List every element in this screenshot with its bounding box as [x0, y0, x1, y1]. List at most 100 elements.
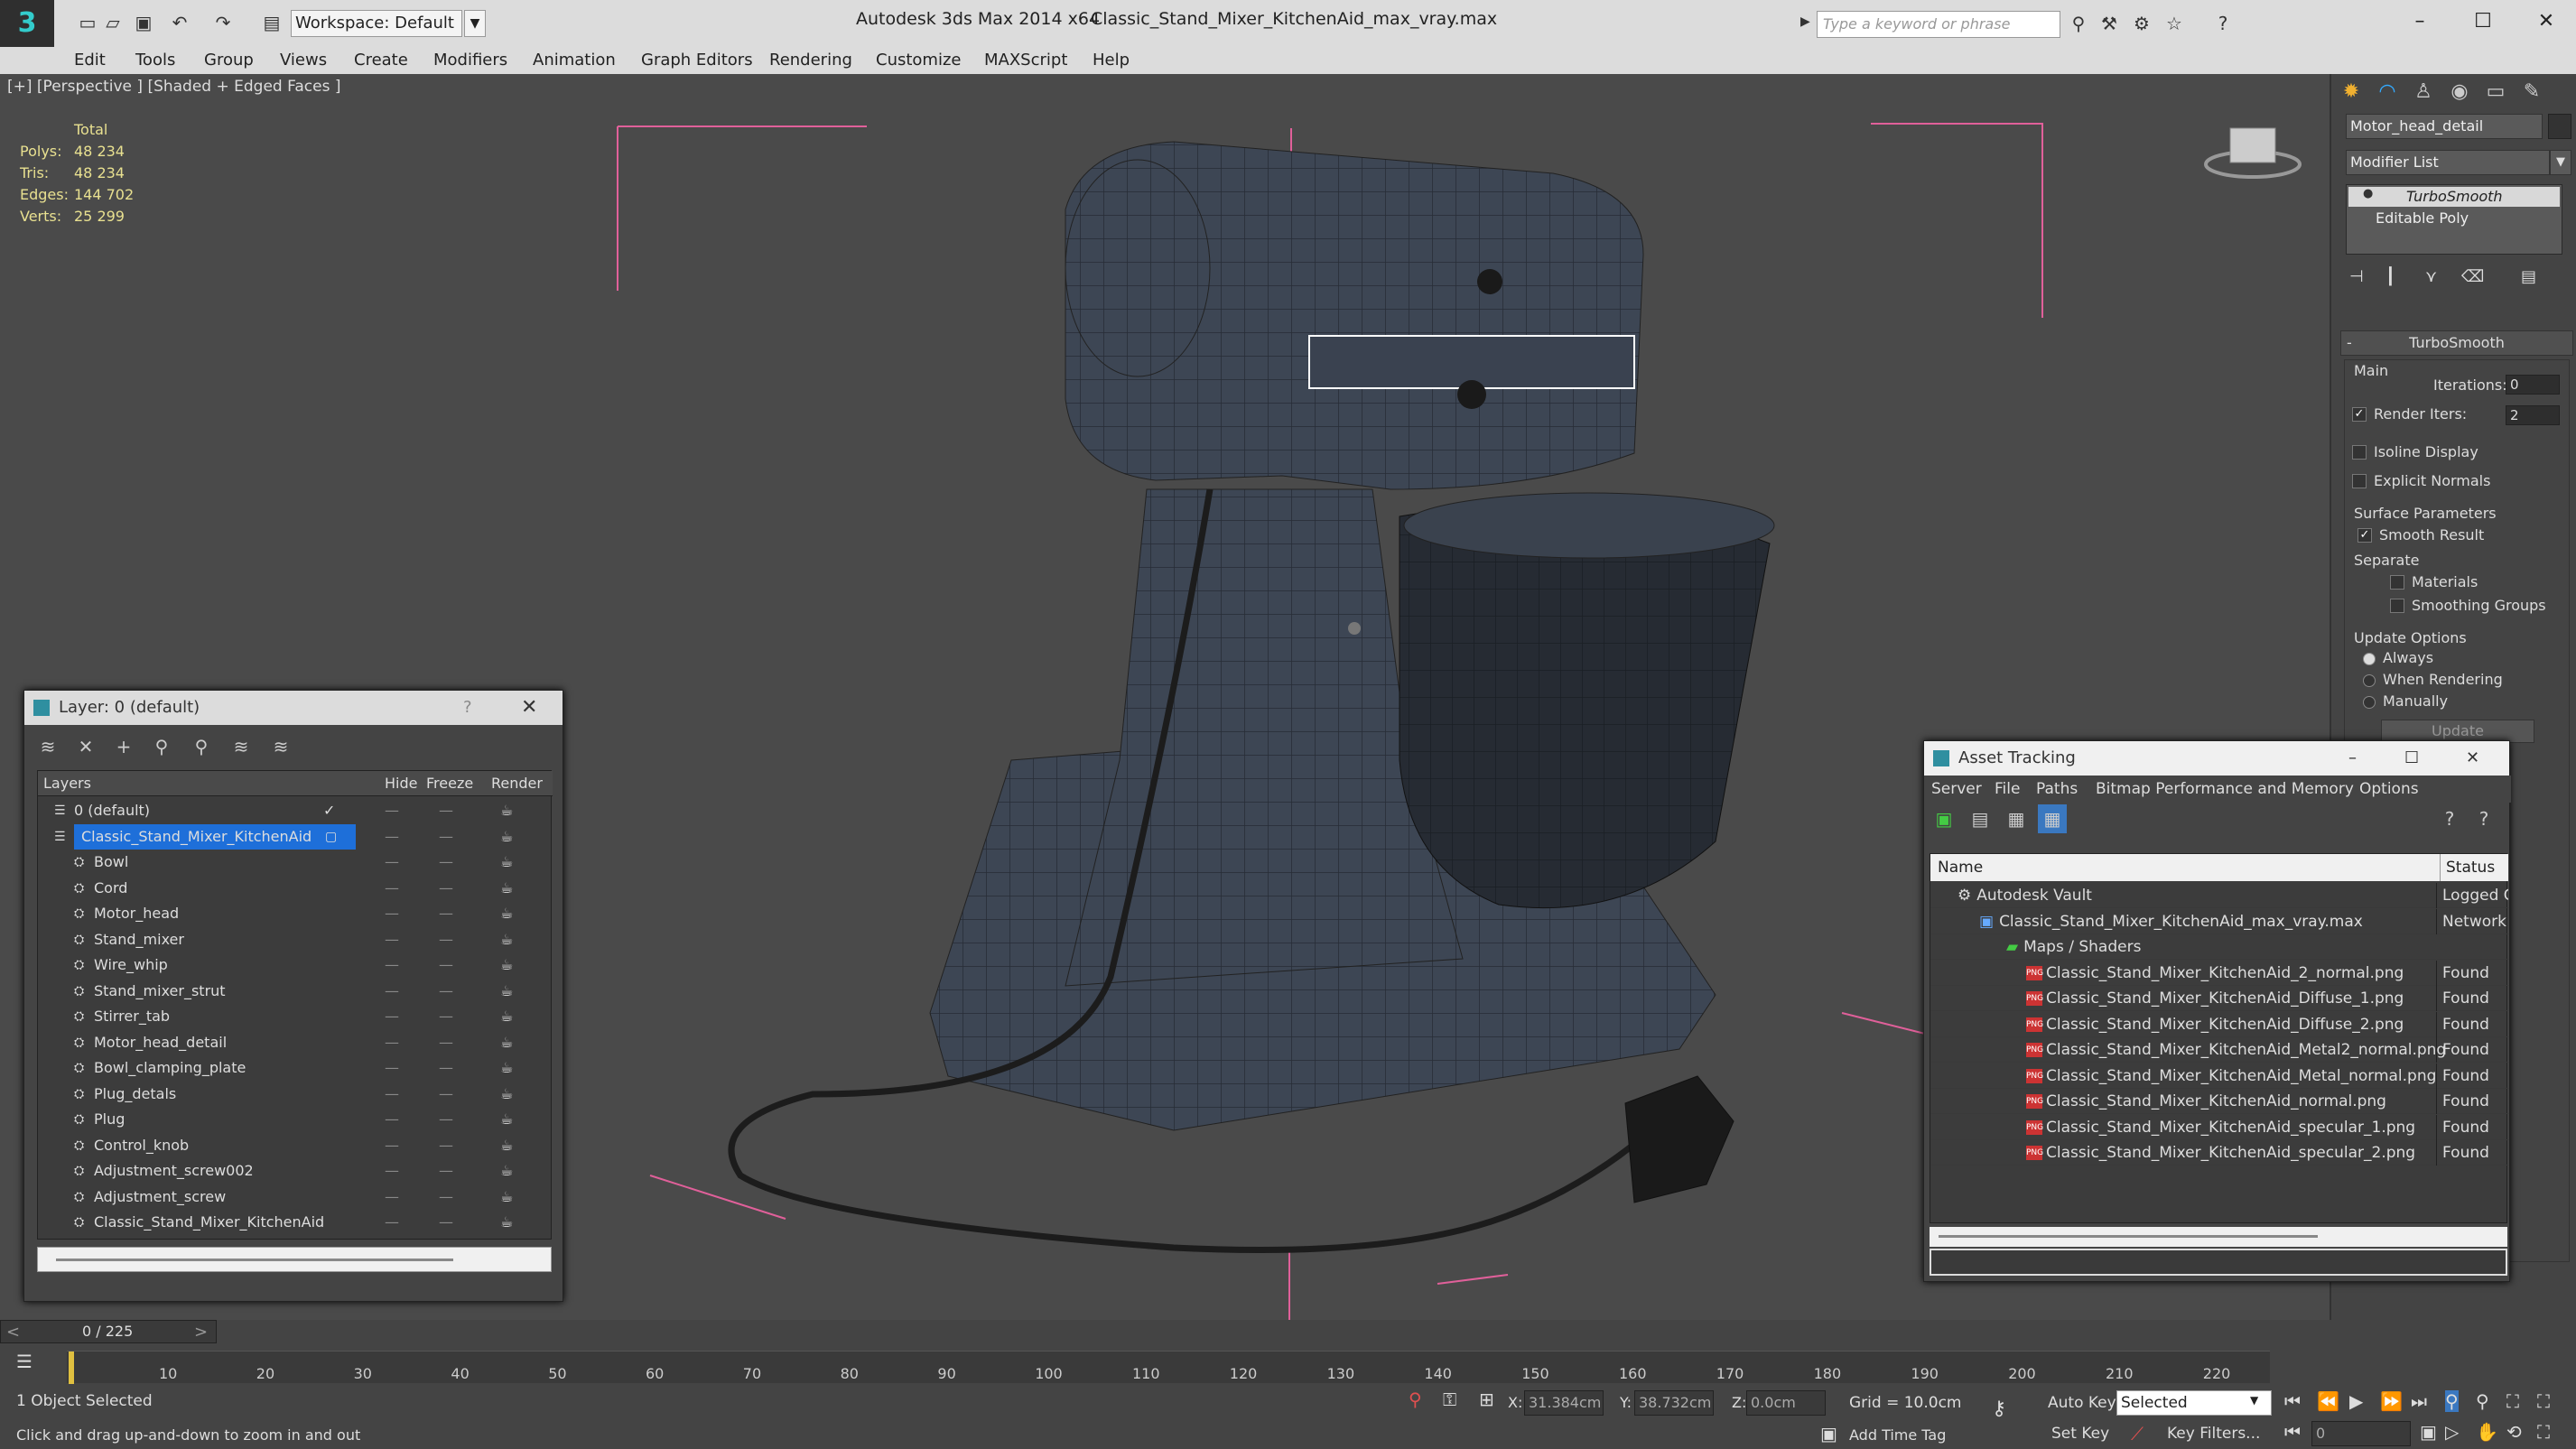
menu-modifiers[interactable]: Modifiers — [433, 51, 507, 70]
hide-toggle[interactable]: — — [385, 901, 399, 926]
hide-toggle[interactable]: — — [385, 824, 399, 850]
isoline-checkbox[interactable] — [2352, 445, 2367, 460]
asset-menu-options[interactable]: Options — [2359, 776, 2419, 803]
layer-name[interactable]: Bowl — [94, 850, 128, 875]
hide-toggle[interactable]: — — [385, 952, 399, 978]
layer-name[interactable]: Plug_detals — [94, 1082, 176, 1107]
asset-menu-file[interactable]: File — [1995, 776, 2020, 803]
col-render[interactable]: Render — [491, 771, 543, 796]
chevron-down-icon[interactable]: ▼ — [2550, 150, 2571, 175]
bulb-icon[interactable]: ● — [2363, 187, 2373, 200]
key-filters-button[interactable]: Key Filters... — [2167, 1425, 2260, 1443]
layer-row[interactable]: ⛭ Adjustment_screw — — ☕ — [38, 1184, 544, 1210]
asset-row[interactable]: ▰ Maps / Shaders — [1930, 934, 2508, 960]
render-teapot-icon[interactable]: ☕ — [500, 1082, 513, 1107]
x-coordinate-field[interactable]: 31.384cm — [1524, 1390, 1604, 1416]
motion-tab-icon[interactable]: ◉ — [2441, 76, 2478, 108]
key-mode-icon[interactable]: ⏮ — [2284, 1421, 2301, 1443]
maximize-icon[interactable]: ☐ — [2404, 741, 2419, 776]
orbit-icon[interactable]: ⟲ — [2506, 1421, 2522, 1443]
layer-row[interactable]: ⛭ Stand_mixer — — ☕ — [38, 927, 544, 952]
zoom-extents-all-icon[interactable]: ⛶ — [2537, 1390, 2550, 1412]
layer-window-titlebar[interactable]: Layer: 0 (default) ? ✕ — [24, 691, 563, 725]
hide-toggle[interactable]: — — [385, 1004, 399, 1029]
col-hide[interactable]: Hide — [385, 771, 417, 796]
layer-name[interactable]: Adjustment_screw002 — [94, 1158, 254, 1184]
smoothing-groups-checkbox[interactable] — [2390, 599, 2404, 613]
layer-name[interactable]: Plug — [94, 1107, 125, 1132]
layer-name[interactable]: Cord — [94, 876, 127, 901]
select-in-layer-icon[interactable]: ⚲ — [147, 732, 176, 761]
layer-row[interactable]: ⛭ Bowl_clamping_plate — — ☕ — [38, 1055, 544, 1081]
col-status[interactable]: Status — [2440, 854, 2495, 881]
freeze-toggle[interactable]: — — [439, 1107, 453, 1132]
help-icon[interactable]: ? — [2210, 11, 2236, 36]
hide-toggle[interactable]: — — [385, 1210, 399, 1235]
help-icon[interactable]: ? — [463, 691, 472, 725]
hide-toggle[interactable]: — — [385, 1158, 399, 1184]
go-to-start-icon[interactable]: ⏮ — [2284, 1390, 2301, 1412]
always-radio[interactable] — [2363, 653, 2376, 665]
close-icon[interactable]: ✕ — [2466, 741, 2479, 776]
explicit-normals-checkbox[interactable] — [2352, 474, 2367, 488]
render-teapot-icon[interactable]: ☕ — [500, 876, 513, 901]
redo-icon[interactable]: ↷ — [211, 11, 235, 34]
layer-row[interactable]: ⛭ Plug_detals — — ☕ — [38, 1082, 544, 1107]
menu-rendering[interactable]: Rendering — [769, 51, 852, 70]
highlight-layer-icon[interactable]: ⚲ — [187, 732, 216, 761]
grid-view-icon[interactable]: ▦ — [2038, 804, 2067, 833]
menu-create[interactable]: Create — [354, 51, 408, 70]
list-view-icon[interactable]: ▤ — [1966, 804, 1995, 833]
layer-row[interactable]: ⛭ Wire_whip — — ☕ — [38, 952, 544, 978]
z-coordinate-field[interactable]: 0.0cm — [1746, 1390, 1826, 1416]
delete-layer-icon[interactable]: ✕ — [71, 732, 100, 761]
previous-frame-icon[interactable]: ⏪ — [2317, 1390, 2339, 1412]
layer-row[interactable]: ⛭ Control_knob — — ☕ — [38, 1133, 544, 1158]
maximize-icon[interactable]: ☐ — [2456, 5, 2510, 38]
layer-row[interactable]: ⛭ Motor_head — — ☕ — [38, 901, 544, 926]
hide-toggle[interactable]: — — [385, 1107, 399, 1132]
menu-edit[interactable]: Edit — [74, 51, 106, 70]
object-color-swatch[interactable] — [2548, 114, 2571, 139]
asset-menu-server[interactable]: Server — [1931, 776, 1982, 803]
favorites-star-icon[interactable]: ☆ — [2162, 11, 2187, 36]
project-folder-icon[interactable]: ▤ — [260, 11, 284, 34]
chevron-down-icon[interactable]: ▼ — [464, 10, 486, 37]
time-config-icon[interactable]: ▣ — [2420, 1421, 2437, 1443]
freeze-toggle[interactable]: — — [439, 1004, 453, 1029]
layer-name[interactable]: Bowl_clamping_plate — [94, 1055, 246, 1081]
hide-toggle[interactable]: — — [385, 1030, 399, 1055]
communication-icon[interactable]: ⚙ — [2129, 11, 2154, 36]
hide-toggle[interactable]: — — [385, 979, 399, 1004]
freeze-toggle[interactable]: — — [439, 1082, 453, 1107]
absolute-mode-icon[interactable]: ⊞ — [1479, 1389, 1494, 1410]
render-teapot-icon[interactable]: ☕ — [500, 901, 513, 926]
layer-row[interactable]: ⛭ Classic_Stand_Mixer_KitchenAid — — ☕ — [38, 1210, 544, 1235]
active-check-icon[interactable]: ✓ — [323, 798, 335, 823]
scroll-thumb[interactable] — [56, 1259, 453, 1261]
render-teapot-icon[interactable]: ☕ — [500, 1055, 513, 1081]
close-icon[interactable]: ✕ — [521, 691, 537, 725]
auto-key-button[interactable]: Auto Key — [2048, 1394, 2116, 1412]
freeze-toggle[interactable]: — — [439, 1210, 453, 1235]
stack-item-turbosmooth[interactable]: TurboSmooth — [2348, 187, 2560, 207]
layer-name[interactable]: Stand_mixer_strut — [94, 979, 226, 1004]
chevron-right-icon[interactable]: ▶ — [1800, 14, 1810, 29]
hierarchy-tab-icon[interactable]: ♙ — [2405, 76, 2441, 108]
refresh-icon[interactable]: ▣ — [1930, 804, 1958, 833]
layer-row[interactable]: ⛭ Plug — — ☕ — [38, 1107, 544, 1132]
freeze-toggle[interactable]: — — [439, 824, 453, 850]
menu-tools[interactable]: Tools — [135, 51, 175, 70]
current-frame-field[interactable]: 0 — [2311, 1421, 2411, 1446]
layer-row[interactable]: ⛭ Stand_mixer_strut — — ☕ — [38, 979, 544, 1004]
hide-toggle[interactable]: — — [385, 876, 399, 901]
isolate-icon[interactable]: ⚲ — [1409, 1389, 1422, 1410]
render-teapot-icon[interactable]: ☕ — [500, 850, 513, 875]
render-teapot-icon[interactable]: ☕ — [500, 1030, 513, 1055]
asset-row[interactable]: ⚙ Autodesk Vault Logged C — [1930, 883, 2508, 908]
render-teapot-icon[interactable]: ☕ — [500, 1158, 513, 1184]
hide-toggle[interactable]: — — [385, 1133, 399, 1158]
binoculars-icon[interactable]: ⚲ — [2066, 11, 2091, 36]
key-set-dropdown[interactable]: Selected — [2116, 1390, 2272, 1416]
layer-name[interactable]: Adjustment_screw — [94, 1184, 226, 1210]
